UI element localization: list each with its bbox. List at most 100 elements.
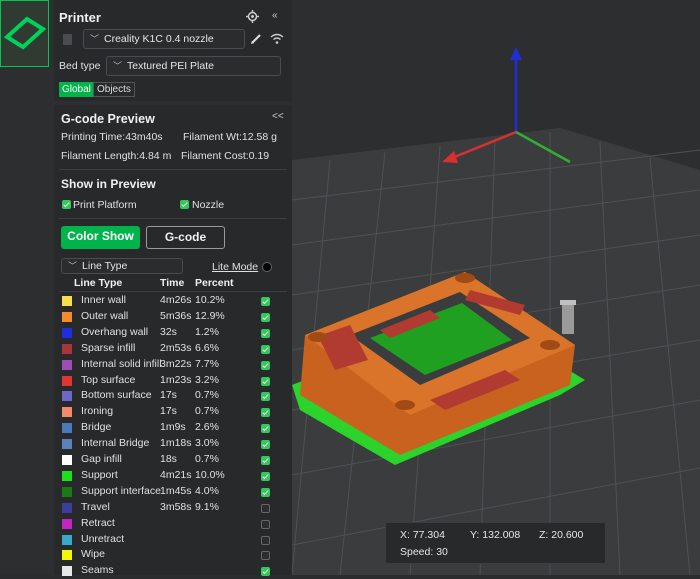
line-type-select[interactable]: ﹀ Line Type xyxy=(61,258,183,274)
model-thumbnail-icon xyxy=(3,16,47,50)
visibility-checkbox[interactable] xyxy=(261,344,270,354)
line-type-name: Outer wall xyxy=(81,309,129,322)
line-type-name: Overhang wall xyxy=(81,325,149,338)
visibility-checkbox[interactable] xyxy=(261,392,270,402)
line-type-name: Internal solid infill xyxy=(81,357,162,370)
visibility-checkbox[interactable] xyxy=(261,535,270,545)
edit-pencil-icon[interactable] xyxy=(250,32,263,45)
visibility-checkbox[interactable] xyxy=(261,456,270,465)
table-row: Travel 3m58s 9.1% xyxy=(54,500,292,516)
wifi-icon[interactable] xyxy=(270,33,284,45)
color-swatch xyxy=(62,486,72,497)
color-swatch xyxy=(62,439,72,450)
color-show-button[interactable]: Color Show xyxy=(61,226,140,249)
hud-speed: Speed: 30 xyxy=(400,546,448,558)
line-type-name: Internal Bridge xyxy=(81,437,150,450)
color-swatch xyxy=(62,391,72,402)
line-type-time: 1m23s xyxy=(160,373,192,386)
divider xyxy=(59,218,287,219)
color-swatch xyxy=(62,343,72,354)
coordinates-hud: X: 77.304 Y: 132.008 Z: 20.600 Speed: 30 xyxy=(385,522,606,564)
tab-objects[interactable]: Objects xyxy=(93,82,135,97)
printer-select[interactable]: ﹀ Creality K1C 0.4 nozzle xyxy=(83,29,245,49)
tab-global[interactable]: Global xyxy=(59,82,94,97)
divider xyxy=(59,169,287,170)
line-type-name: Support interface xyxy=(81,484,161,497)
line-type-time: 17s xyxy=(160,405,177,418)
print-platform-checkbox[interactable] xyxy=(62,200,71,209)
visibility-checkbox[interactable] xyxy=(261,328,270,338)
visibility-checkbox[interactable] xyxy=(261,297,270,306)
printer-name: Creality K1C 0.4 nozzle xyxy=(104,33,214,45)
color-swatch xyxy=(62,296,72,306)
printer-icon xyxy=(63,34,72,45)
printing-time: Printing Time:43m40s xyxy=(61,131,163,143)
visibility-checkbox[interactable] xyxy=(261,376,270,386)
line-type-time: 1m9s xyxy=(160,421,186,434)
line-type-name: Top surface xyxy=(81,373,136,386)
line-type-percent: 10.2% xyxy=(195,294,225,306)
line-type-percent: 2.6% xyxy=(195,421,219,434)
nozzle-checkbox[interactable] xyxy=(180,200,189,209)
gear-icon[interactable] xyxy=(246,10,259,23)
line-type-name: Support xyxy=(81,468,118,481)
line-type-name: Bottom surface xyxy=(81,389,152,402)
visibility-checkbox[interactable] xyxy=(261,519,270,529)
table-row: Inner wall 4m26s 10.2% xyxy=(54,293,292,309)
table-row: Seams xyxy=(54,563,292,579)
visibility-checkbox[interactable] xyxy=(261,360,270,370)
bed-type-label: Bed type xyxy=(59,60,101,72)
line-type-time: 4m21s xyxy=(160,468,192,481)
line-type-percent: 1.2% xyxy=(195,325,219,338)
bed-type-select[interactable]: ﹀ Textured PEI Plate xyxy=(106,56,281,76)
line-type-name: Inner wall xyxy=(81,294,126,306)
line-type-time: 2m53s xyxy=(160,341,192,354)
line-type-name: Unretract xyxy=(81,532,125,545)
visibility-checkbox[interactable] xyxy=(261,424,270,434)
line-type-percent: 6.6% xyxy=(195,341,219,354)
chevron-down-icon: ﹀ xyxy=(113,61,123,71)
double-chevron-left-icon[interactable]: « xyxy=(272,10,278,21)
printer-title: Printer xyxy=(59,10,101,25)
visibility-checkbox[interactable] xyxy=(261,440,270,450)
hud-x: X: 77.304 xyxy=(400,529,445,541)
nozzle xyxy=(560,300,576,334)
visibility-checkbox[interactable] xyxy=(261,487,270,497)
bed-type-value: Textured PEI Plate xyxy=(127,60,214,72)
line-type-time: 17s xyxy=(160,389,177,402)
table-row: Support interface 1m45s 4.0% xyxy=(54,484,292,500)
table-row: Unretract xyxy=(54,532,292,548)
line-type-name: Sparse infill xyxy=(81,341,136,354)
line-type-percent: 10.0% xyxy=(195,468,225,481)
table-row: Bottom surface 17s 0.7% xyxy=(54,388,292,404)
table-row: Retract xyxy=(54,516,292,532)
plate-thumbnail[interactable] xyxy=(0,0,49,67)
hud-y: Y: 132.008 xyxy=(470,529,521,541)
lite-mode-toggle[interactable] xyxy=(262,262,272,272)
nozzle-label: Nozzle xyxy=(192,199,225,211)
show-in-preview-title: Show in Preview xyxy=(61,177,156,191)
color-swatch xyxy=(62,534,72,545)
color-swatch xyxy=(62,359,72,370)
line-type-percent: 0.7% xyxy=(195,453,219,465)
visibility-checkbox[interactable] xyxy=(261,551,270,561)
line-type-percent: 12.9% xyxy=(195,309,225,322)
gcode-button[interactable]: G-code xyxy=(146,226,225,249)
filament-length: Filament Length:4.84 m xyxy=(61,150,172,162)
chevron-down-icon: ﹀ xyxy=(68,261,78,271)
line-type-name: Travel xyxy=(81,500,110,513)
table-row: Internal solid infill 3m22s 7.7% xyxy=(54,357,292,373)
collapse-button[interactable]: << xyxy=(272,111,284,122)
chevron-down-icon: ﹀ xyxy=(90,34,100,44)
visibility-checkbox[interactable] xyxy=(261,408,270,418)
line-type-percent: 7.7% xyxy=(195,357,219,370)
table-row: Outer wall 5m36s 12.9% xyxy=(54,309,292,325)
line-type-name: Bridge xyxy=(81,421,112,434)
line-type-percent: 0.7% xyxy=(195,405,219,418)
column-header-line-type: Line Type xyxy=(74,277,123,289)
color-swatch xyxy=(62,327,72,338)
visibility-checkbox[interactable] xyxy=(261,471,270,481)
visibility-checkbox[interactable] xyxy=(261,312,270,322)
visibility-checkbox[interactable] xyxy=(261,503,270,513)
table-row: Bridge 1m9s 2.6% xyxy=(54,420,292,436)
